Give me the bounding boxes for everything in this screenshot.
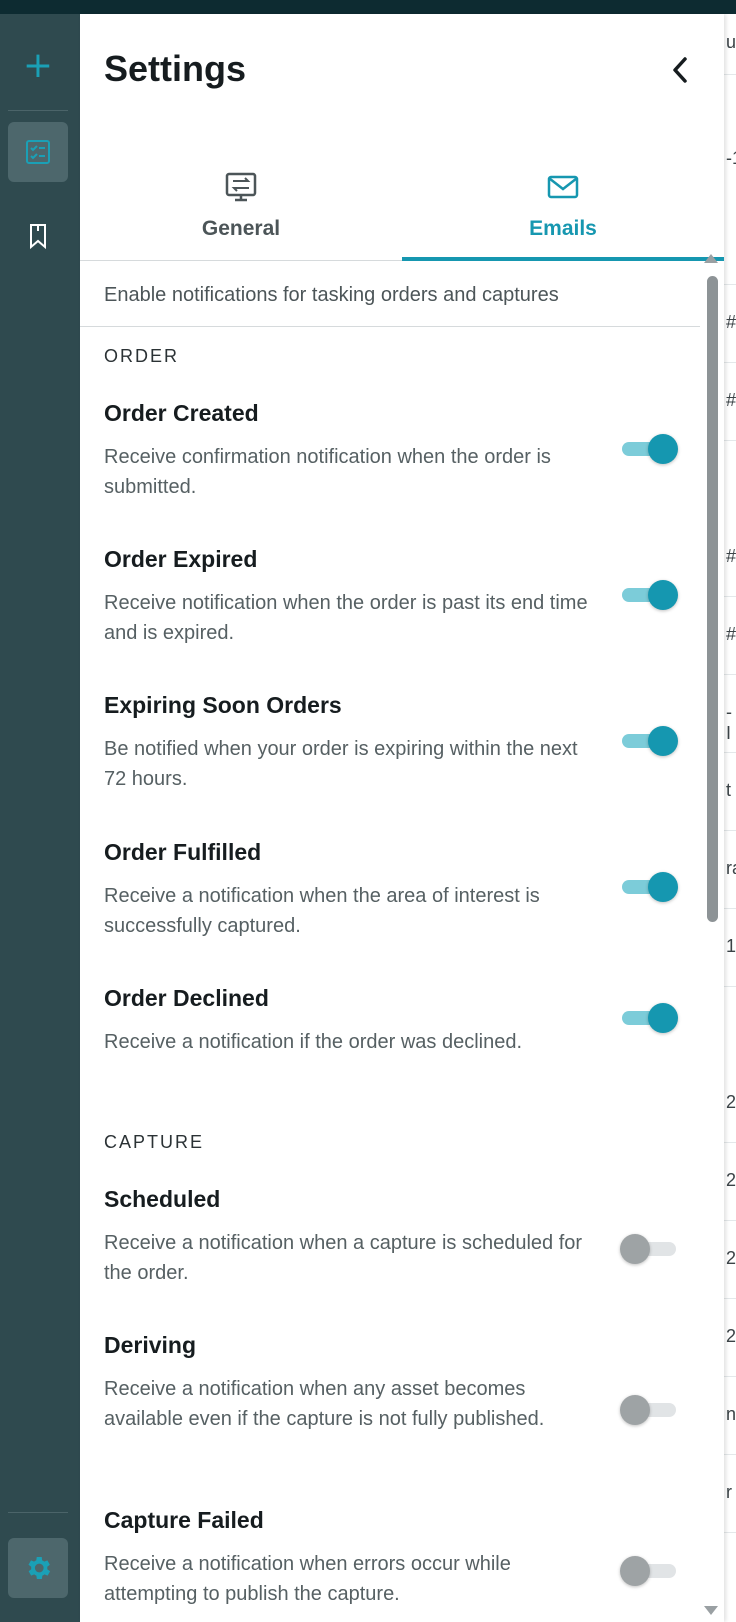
intro-divider (80, 326, 700, 327)
toggle-order-declined[interactable] (620, 1001, 678, 1035)
top-bar (0, 0, 736, 14)
peek-text: t (726, 780, 732, 800)
peek-text: -I (726, 702, 732, 743)
intro-text: Enable notifications for tasking orders … (104, 284, 559, 306)
toggle-expiring-soon-orders[interactable] (620, 724, 678, 758)
monitor-transfer-icon (225, 172, 257, 202)
peek-text: u (726, 32, 736, 52)
setting-title: Order Created (104, 400, 259, 426)
rail-divider-bottom (8, 1512, 68, 1513)
peek-text: r (726, 1482, 732, 1502)
peek-text: 2 (726, 1170, 736, 1190)
settings-panel: Settings General Emails Enable notificat… (80, 14, 724, 1622)
page-title: Settings (104, 48, 247, 89)
settings-gear-icon (28, 1557, 51, 1579)
setting-description: Receive a notification when the area of … (104, 885, 540, 937)
peek-text: 2 (726, 1092, 736, 1112)
setting-description: Receive a notification when any asset be… (104, 1378, 545, 1430)
tasking-orders-icon (26, 140, 50, 164)
tab-label: Emails (529, 217, 597, 240)
scroll-down-arrow-icon[interactable] (704, 1606, 718, 1615)
setting-title: Order Expired (104, 546, 258, 572)
peek-text: # (726, 546, 736, 566)
peek-text: # (726, 624, 736, 644)
peek-text: # (726, 312, 736, 332)
setting-description: Receive a notification if the order was … (104, 1031, 523, 1053)
setting-title: Capture Failed (104, 1507, 264, 1533)
scroll-up-arrow-icon[interactable] (704, 254, 718, 263)
peek-text: 2 (726, 1248, 736, 1268)
section-heading-capture: CAPTURE (104, 1132, 205, 1152)
rail-divider (8, 110, 68, 111)
plus-icon: + (22, 45, 54, 86)
setting-title: Expiring Soon Orders (104, 692, 342, 718)
setting-description: Receive confirmation notification when t… (104, 446, 551, 498)
chevron-left-icon (673, 57, 687, 83)
toggle-order-created[interactable] (620, 432, 678, 466)
settings-button[interactable] (8, 1538, 68, 1598)
toggle-order-fulfilled[interactable] (620, 870, 678, 904)
new-order-button[interactable]: + (8, 36, 68, 96)
setting-title: Deriving (104, 1332, 197, 1358)
peek-text: # (726, 390, 736, 410)
mail-icon (547, 175, 579, 199)
active-tab-indicator (402, 257, 724, 261)
navigation-rail: + (0, 14, 80, 1622)
saved-items-button[interactable] (8, 206, 68, 266)
tab-label: General (201, 217, 281, 240)
setting-title: Order Declined (104, 985, 269, 1011)
setting-description: Receive notification when the order is p… (104, 592, 588, 644)
background-table-peek: u -1 # # # # -I t ra 1 2 2 2 2 ni r (724, 14, 736, 1622)
peek-text: ra (726, 858, 736, 878)
tab-emails[interactable]: Emails (402, 152, 724, 260)
scrollbar-thumb[interactable] (707, 276, 718, 922)
bookmark-icon (30, 224, 46, 250)
peek-text: 2 (726, 1326, 736, 1346)
peek-text: ni (726, 1404, 736, 1424)
tasking-orders-button[interactable] (8, 122, 68, 182)
tab-general[interactable]: General (80, 152, 402, 260)
section-heading-order: ORDER (104, 346, 180, 366)
toggle-deriving[interactable] (620, 1393, 678, 1427)
toggle-order-expired[interactable] (620, 578, 678, 612)
toggle-scheduled[interactable] (620, 1232, 678, 1266)
setting-description: Receive a notification when errors occur… (104, 1553, 511, 1605)
setting-title: Scheduled (104, 1186, 221, 1212)
toggle-capture-failed[interactable] (620, 1554, 678, 1588)
collapse-panel-button[interactable] (660, 50, 700, 90)
setting-description: Receive a notification when a capture is… (104, 1232, 583, 1284)
setting-description: Be notified when your order is expiring … (104, 738, 578, 790)
setting-title: Order Fulfilled (104, 839, 262, 865)
peek-text: 1 (726, 936, 736, 956)
peek-text: -1 (726, 148, 736, 168)
